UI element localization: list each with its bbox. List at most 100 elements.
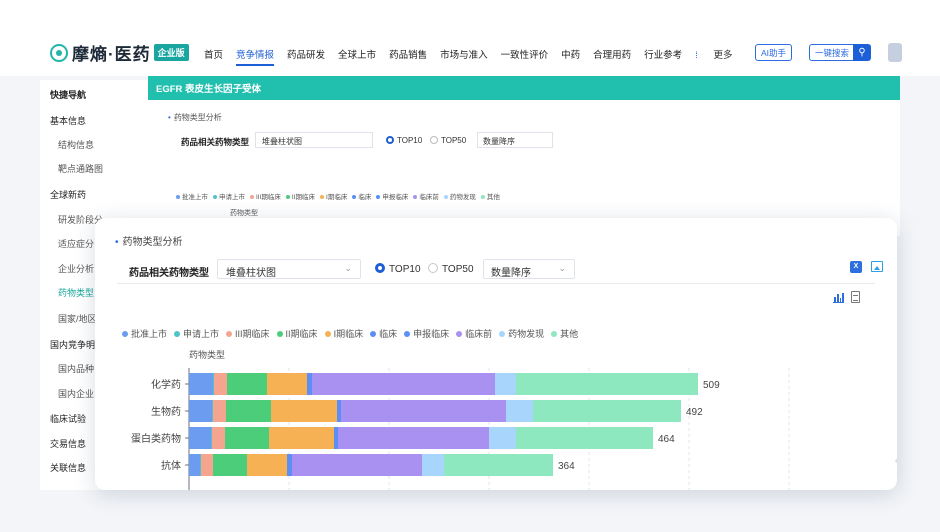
bg-legend-item[interactable]: 申报临床: [376, 194, 408, 201]
bar-segment: [292, 454, 422, 476]
bar-total-label: 364: [558, 461, 575, 472]
bar-segment: [213, 454, 247, 476]
brand-logo[interactable]: 摩熵·医药 企业版: [50, 40, 189, 65]
bar-total-label: 492: [686, 407, 703, 418]
nav-more-button[interactable]: ⁞ 更多: [695, 47, 745, 66]
legend-dot-icon: [213, 195, 217, 199]
nav-item[interactable]: 全球上市: [338, 47, 376, 66]
bg-legend-label: 批准上市: [182, 194, 208, 201]
bg-legend-label: 临床: [358, 194, 372, 201]
sidebar-item[interactable]: 适应症分: [58, 237, 94, 250]
bar-segment: [212, 427, 225, 449]
ai-assistant-button[interactable]: AI助手: [755, 44, 793, 61]
bg-legend-item[interactable]: 临床: [352, 194, 371, 201]
sidebar-item[interactable]: 临床试验: [50, 412, 86, 425]
legend-dot-icon: [320, 195, 325, 199]
nav-item[interactable]: 药品研发: [287, 47, 325, 66]
bar-segment: [201, 454, 213, 476]
bg-top50-label: TOP50: [441, 136, 467, 145]
bar-segment: [269, 427, 334, 449]
background-panel: [148, 76, 900, 236]
bg-legend-label: 临床前: [419, 194, 439, 201]
bg-legend-item[interactable]: 临床前: [413, 194, 439, 201]
bar-segment: [336, 427, 338, 449]
bg-legend-item[interactable]: II期临床: [285, 194, 316, 201]
bg-chart-type-select[interactable]: 堆叠柱状图: [255, 132, 373, 148]
bar-segment: [341, 400, 506, 422]
bg-legend-label: I期临床: [326, 194, 348, 201]
bar-segment: [227, 373, 267, 395]
bg-legend-item[interactable]: 申请上市: [213, 194, 245, 201]
sidebar-item[interactable]: 全球新药: [50, 188, 86, 201]
sidebar-item[interactable]: 靶点通路图: [58, 162, 103, 175]
quick-search-button[interactable]: 一键搜索: [809, 44, 856, 61]
bg-section-title: 药物类型分析: [168, 112, 222, 123]
bar-segment: [212, 400, 213, 422]
bg-top10-label: TOP10: [397, 136, 423, 145]
drug-type-analysis-card: 药物类型分析 药品相关药物类型 堆叠柱状图 ⌄ TOP10 TOP50 数量降序…: [95, 218, 897, 490]
bar-segment: [271, 400, 337, 422]
bg-legend-label: 其他: [486, 194, 500, 201]
legend-dot-icon: [285, 195, 290, 199]
bar-segment: [189, 400, 212, 422]
bg-legend-label: II期临床: [291, 194, 316, 201]
bg-legend-item[interactable]: I期临床: [320, 194, 347, 201]
sidebar-item[interactable]: 药物类型: [58, 286, 94, 299]
sidebar-item[interactable]: 结构信息: [58, 138, 94, 151]
stacked-bar-chart: 化学药 509 生物药 492 蛋白类药物 464 抗体 364: [131, 368, 790, 490]
sidebar-item[interactable]: 关联信息: [50, 461, 86, 474]
bar-segment: [444, 454, 553, 476]
bg-y-axis-title: 药物类型: [230, 210, 258, 217]
nav-item[interactable]: 中药: [561, 47, 580, 66]
bar-segment: [338, 427, 489, 449]
category-label: 化学药: [151, 378, 181, 391]
legend-dot-icon: [176, 195, 180, 199]
bar-segment: [189, 427, 211, 449]
bar-segment: [290, 454, 292, 476]
bg-chart-legend: 批准上市 申请上市 III期临床 II期临床 I期临床 临床 申报临床 临床前 药物发现 其他: [176, 191, 505, 201]
bg-top50-radio[interactable]: TOP50: [430, 136, 466, 145]
sidebar-item[interactable]: 国内企业: [58, 387, 94, 400]
collapse-handle-icon[interactable]: [888, 43, 902, 62]
nav-item[interactable]: 首页: [204, 47, 223, 66]
bg-sort-select[interactable]: 数量降序: [477, 132, 553, 148]
bg-legend-item[interactable]: 批准上市: [176, 194, 208, 201]
sidebar-item[interactable]: 交易信息: [50, 437, 86, 450]
nav-item[interactable]: 行业参考: [644, 47, 682, 66]
category-label: 蛋白类药物: [131, 432, 181, 445]
bg-legend-label: III期临床: [256, 194, 281, 201]
nav-item[interactable]: 一致性评价: [501, 47, 549, 66]
bar-segment: [267, 373, 307, 395]
bg-legend-label: 药物发现: [449, 194, 476, 201]
legend-dot-icon: [480, 195, 485, 199]
sidebar-item[interactable]: 企业分析: [58, 262, 94, 275]
nav-item[interactable]: 合理用药: [593, 47, 631, 66]
bar-segment: [211, 427, 212, 449]
legend-dot-icon: [413, 195, 418, 199]
bg-legend-item[interactable]: 药物发现: [443, 194, 476, 201]
bg-legend-item[interactable]: 其他: [480, 194, 500, 201]
sidebar-item[interactable]: 国内品种: [58, 362, 94, 375]
bar-segment: [312, 373, 495, 395]
bar-segment: [533, 400, 681, 422]
bar-segment: [489, 427, 516, 449]
sidebar-item[interactable]: 快捷导航: [50, 88, 86, 101]
search-icon[interactable]: ⚲: [853, 44, 871, 61]
edition-badge: 企业版: [153, 44, 189, 61]
radio-off-icon: [430, 136, 438, 144]
nav-item[interactable]: 市场与准入: [440, 47, 488, 66]
bar-segment: [337, 400, 339, 422]
nav-item[interactable]: 竞争情报: [236, 47, 275, 66]
bar-segment: [287, 454, 290, 476]
ai-assistant-label: AI助手: [761, 47, 787, 58]
bg-top10-radio[interactable]: TOP10: [386, 136, 422, 145]
scroll-hint-icon[interactable]: ‹: [895, 456, 898, 465]
nav-item[interactable]: 药品销售: [389, 47, 427, 66]
sidebar-item[interactable]: 国内竞争明: [50, 338, 95, 351]
nav-more-label: 更多: [713, 50, 733, 61]
sidebar-item[interactable]: 基本信息: [50, 114, 86, 127]
brand-name: 摩熵·医药: [72, 45, 151, 64]
bar-segment: [189, 373, 213, 395]
sidebar-item[interactable]: 国家/地区: [58, 312, 97, 325]
bg-legend-item[interactable]: III期临床: [250, 194, 281, 201]
